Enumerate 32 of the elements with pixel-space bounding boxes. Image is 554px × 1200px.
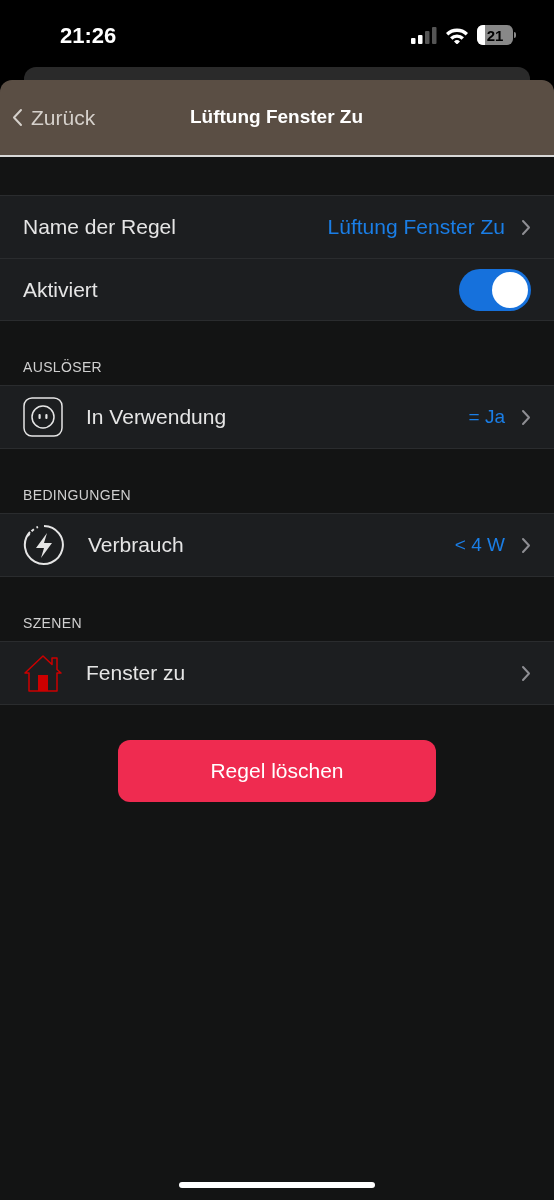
row-value: = Ja [468, 404, 505, 429]
row-value: Lüftung Fenster Zu [327, 214, 505, 241]
row-label: Name der Regel [23, 214, 176, 241]
back-chevron-icon [12, 108, 23, 127]
rule-row[interactable]: Fenster zu [0, 642, 554, 704]
row-label: Aktiviert [23, 276, 98, 303]
row-label: In Verwendung [86, 404, 227, 431]
section-header: AUSLÖSER [22, 358, 104, 377]
chevron-icon [521, 218, 531, 236]
chevron-icon [521, 664, 531, 682]
section-header: SZENEN [22, 614, 83, 633]
row-value: < 4 W [454, 532, 505, 557]
house-icon [23, 653, 63, 693]
settings-row[interactable]: Aktiviert [0, 258, 554, 320]
socket-icon [23, 397, 63, 437]
rule-row[interactable]: In Verwendung = Ja [0, 386, 554, 448]
back-button[interactable]: Zurück [0, 101, 96, 134]
toggle-switch[interactable] [459, 268, 531, 311]
delete-rule-button[interactable]: Regel löschen [118, 740, 436, 802]
row-label: Verbrauch [88, 532, 184, 559]
bolt-icon [23, 524, 65, 566]
chevron-icon [521, 536, 531, 554]
battery-indicator: 21 [477, 25, 516, 45]
rule-row[interactable]: Verbrauch < 4 W [0, 514, 554, 576]
row-label: Fenster zu [86, 660, 186, 687]
section-header: BEDINGUNGEN [22, 486, 133, 505]
settings-row[interactable]: Name der Regel Lüftung Fenster Zu [0, 196, 554, 258]
nav-title: Lüftung Fenster Zu [189, 105, 365, 130]
signal-icon [411, 26, 437, 44]
wifi-icon [445, 26, 469, 44]
chevron-icon [521, 408, 531, 426]
status-time: 21:26 [60, 21, 117, 50]
